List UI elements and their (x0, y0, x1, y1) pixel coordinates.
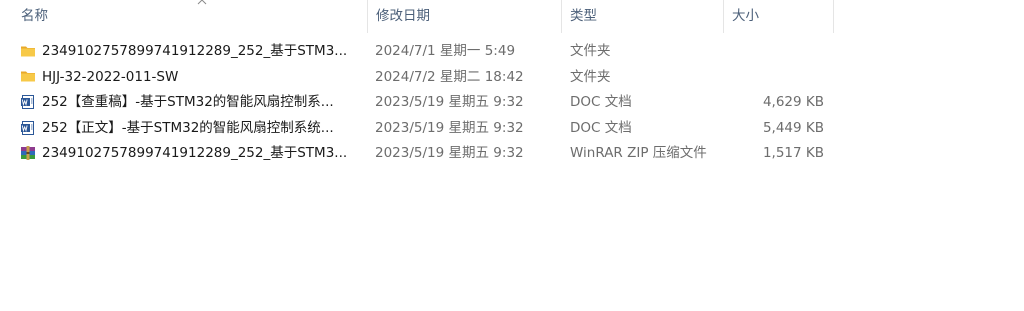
column-header-date-modified[interactable]: 修改日期 (368, 0, 562, 33)
file-date: 2023/5/19 星期五 9:32 (375, 119, 524, 136)
file-list: 2349102757899741912289_252_基于STM3... 202… (0, 39, 834, 167)
column-header-bar: 名称 修改日期 类型 大小 (0, 0, 834, 33)
column-header-size[interactable]: 大小 (724, 0, 834, 33)
file-type: 文件夹 (570, 68, 611, 85)
file-name-cell: HJJ-32-2022-011-SW (20, 65, 366, 91)
column-header-name-label: 名称 (21, 8, 48, 24)
file-name: 2349102757899741912289_252_基于STM3... (42, 145, 348, 162)
file-name: 252【查重稿】-基于STM32的智能风扇控制系... (42, 94, 334, 111)
file-row-folder[interactable]: HJJ-32-2022-011-SW 2024/7/2 星期二 18:42 文件… (0, 65, 834, 91)
winrar-archive-icon (20, 145, 36, 161)
file-size: 4,629 KB (762, 94, 824, 111)
folder-icon (20, 68, 36, 84)
column-header-date-label: 修改日期 (376, 8, 430, 24)
column-header-type[interactable]: 类型 (562, 0, 724, 33)
file-name-cell: 2349102757899741912289_252_基于STM3... (20, 39, 366, 65)
file-name: 252【正文】-基于STM32的智能风扇控制系统... (42, 119, 334, 136)
word-doc-icon (20, 120, 36, 136)
file-explorer-details-view: 名称 修改日期 类型 大小 2349102757899741912289_252… (0, 0, 1024, 311)
file-name: HJJ-32-2022-011-SW (42, 68, 179, 85)
file-date: 2024/7/1 星期一 5:49 (375, 43, 516, 59)
file-name-cell: 2349102757899741912289_252_基于STM3... (20, 141, 366, 167)
file-row-document[interactable]: 252【查重稿】-基于STM32的智能风扇控制系... 2023/5/19 星期… (0, 90, 834, 116)
file-type: DOC 文档 (570, 119, 632, 136)
word-doc-icon (20, 94, 36, 110)
file-date: 2023/5/19 星期五 9:32 (375, 94, 524, 111)
file-size: 1,517 KB (762, 145, 824, 162)
column-header-name[interactable]: 名称 (14, 0, 368, 33)
column-header-size-label: 大小 (732, 8, 759, 24)
file-type: 文件夹 (570, 43, 611, 59)
file-date: 2023/5/19 星期五 9:32 (375, 145, 524, 162)
column-header-type-label: 类型 (570, 8, 597, 24)
file-name: 2349102757899741912289_252_基于STM3... (42, 43, 348, 59)
folder-icon (20, 43, 36, 59)
file-row-archive[interactable]: 2349102757899741912289_252_基于STM3... 202… (0, 141, 834, 167)
file-date: 2024/7/2 星期二 18:42 (375, 68, 524, 85)
file-size (724, 39, 824, 65)
file-name-cell: 252【查重稿】-基于STM32的智能风扇控制系... (20, 90, 366, 116)
file-size: 5,449 KB (762, 119, 824, 136)
file-name-cell: 252【正文】-基于STM32的智能风扇控制系统... (20, 116, 366, 142)
file-type: DOC 文档 (570, 94, 632, 111)
file-row-folder[interactable]: 2349102757899741912289_252_基于STM3... 202… (0, 39, 834, 65)
sort-ascending-icon (197, 0, 207, 5)
file-row-document[interactable]: 252【正文】-基于STM32的智能风扇控制系统... 2023/5/19 星期… (0, 116, 834, 142)
file-type: WinRAR ZIP 压缩文件 (570, 145, 707, 162)
file-size (724, 65, 824, 91)
